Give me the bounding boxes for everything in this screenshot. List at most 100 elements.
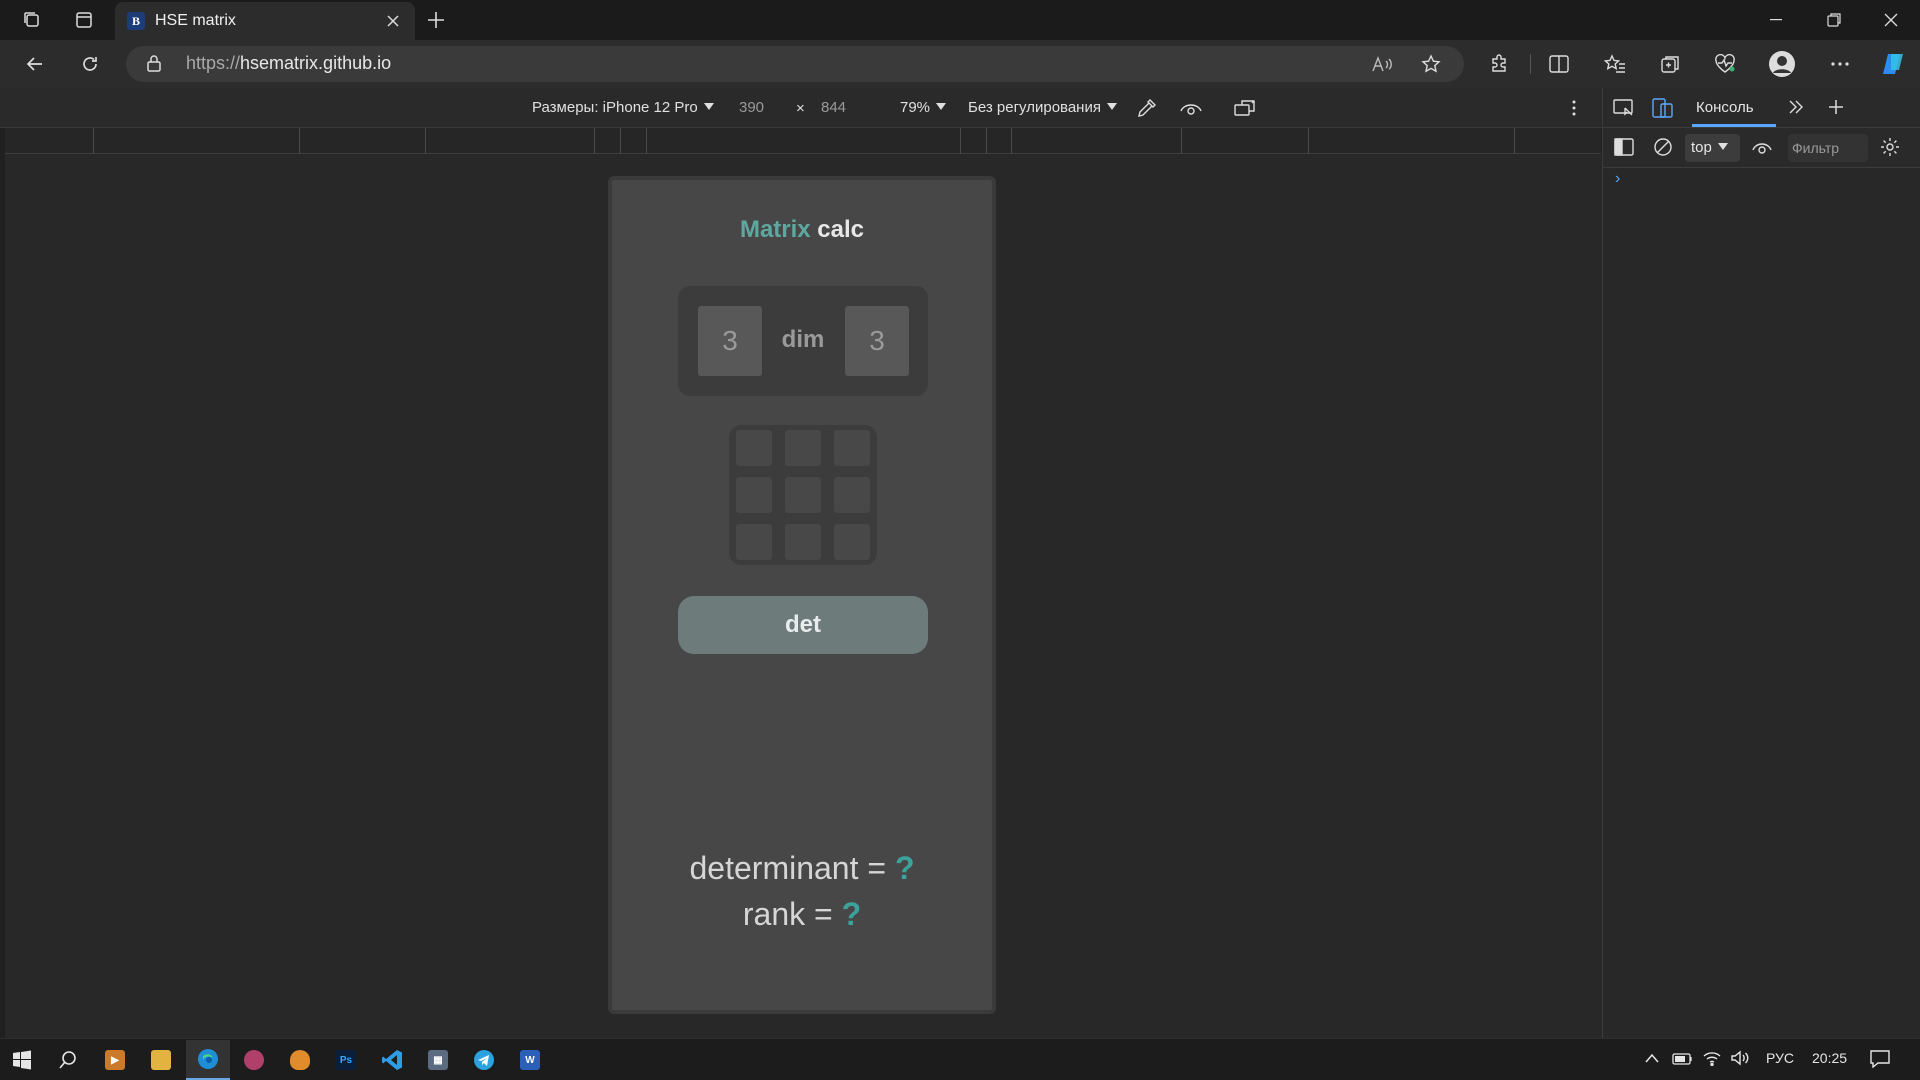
- ruler-tick: [1011, 128, 1012, 154]
- vscode-app-icon[interactable]: [370, 1040, 414, 1080]
- clock[interactable]: 20:25: [1812, 1050, 1847, 1066]
- console-settings-gear-icon[interactable]: [1880, 137, 1900, 157]
- zoom-select[interactable]: 79%: [900, 99, 947, 116]
- ruler-tick: [986, 128, 987, 154]
- throttle-label: Без регулирования: [968, 99, 1101, 116]
- tab-title: HSE matrix: [155, 12, 236, 29]
- profile-avatar[interactable]: [1762, 46, 1802, 82]
- matrix-cell-input[interactable]: [785, 524, 821, 560]
- chevron-down-icon: [1717, 143, 1728, 150]
- inspect-element-icon[interactable]: [1613, 98, 1635, 118]
- notifications-icon[interactable]: [1870, 1050, 1890, 1068]
- vision-deficiency-icon[interactable]: [1180, 100, 1202, 116]
- input-language[interactable]: РУС: [1766, 1050, 1794, 1066]
- edge-browser-app-icon[interactable]: [186, 1040, 230, 1080]
- matrix-cell-input[interactable]: [736, 430, 772, 466]
- more-tabs-icon[interactable]: [1788, 99, 1804, 115]
- device-emulation-icon[interactable]: [1652, 98, 1674, 118]
- height-input[interactable]: 844: [821, 99, 846, 116]
- tab-actions-icon[interactable]: [62, 0, 106, 40]
- page-title: Matrix calc: [608, 216, 996, 244]
- det-button[interactable]: det: [678, 596, 928, 654]
- clear-console-icon[interactable]: [1653, 137, 1673, 157]
- active-tab-indicator: [1692, 124, 1776, 127]
- collections-icon[interactable]: [1650, 46, 1690, 82]
- title-accent: Matrix: [739, 216, 811, 243]
- rank-result: rank = ?: [608, 896, 996, 933]
- media-query-ruler: [5, 128, 1601, 154]
- rows-input[interactable]: 3: [698, 306, 762, 376]
- eyedropper-icon[interactable]: [1137, 98, 1157, 118]
- chevron-down-icon: [1106, 103, 1117, 110]
- fl-studio-app-icon[interactable]: [278, 1040, 322, 1080]
- close-window-icon[interactable]: [1862, 0, 1920, 40]
- ruler-tick: [594, 128, 595, 154]
- media-player-app-icon[interactable]: ▶: [93, 1040, 137, 1080]
- context-select[interactable]: top: [1685, 134, 1740, 162]
- browser-essentials-icon[interactable]: [1705, 46, 1745, 82]
- favicon-icon: В: [127, 12, 145, 30]
- cols-input[interactable]: 3: [845, 306, 909, 376]
- photoshop-app-icon[interactable]: Ps: [324, 1040, 368, 1080]
- matrix-cell-input[interactable]: [785, 430, 821, 466]
- new-tab-button[interactable]: [418, 2, 454, 38]
- battery-icon[interactable]: [1672, 1052, 1694, 1066]
- search-icon[interactable]: [46, 1040, 90, 1080]
- split-screen-icon[interactable]: [1539, 46, 1579, 82]
- matrix-cell-input[interactable]: [834, 524, 870, 560]
- show-hidden-icons-icon[interactable]: [1644, 1052, 1660, 1064]
- copilot-icon[interactable]: [1873, 46, 1913, 82]
- volume-icon[interactable]: [1730, 1050, 1750, 1066]
- more-menu-icon[interactable]: [1820, 46, 1860, 82]
- tab-console[interactable]: Консоль: [1696, 99, 1754, 116]
- rank-label: rank =: [742, 896, 842, 932]
- wifi-icon[interactable]: [1702, 1050, 1722, 1066]
- sidebar-toggle-icon[interactable]: [1614, 138, 1634, 156]
- paint-app-icon[interactable]: [232, 1040, 276, 1080]
- restore-icon[interactable]: [1805, 0, 1863, 40]
- rank-value: ?: [841, 896, 862, 932]
- rotate-icon[interactable]: [1234, 99, 1256, 117]
- matrix-cell-input[interactable]: [736, 524, 772, 560]
- favorite-star-icon[interactable]: [1411, 46, 1451, 82]
- lock-icon[interactable]: [146, 54, 162, 72]
- favorites-icon[interactable]: [1595, 46, 1635, 82]
- dimension-separator: ×: [796, 100, 805, 117]
- file-explorer-app-icon[interactable]: [139, 1040, 183, 1080]
- live-expression-icon[interactable]: [1752, 140, 1772, 156]
- calculator-app-icon[interactable]: ▦: [416, 1040, 460, 1080]
- determinant-result: determinant = ?: [608, 850, 996, 887]
- ruler-tick: [620, 128, 621, 154]
- matrix-cell-input[interactable]: [785, 477, 821, 513]
- devtools-tabs: [1603, 88, 1920, 128]
- ruler-tick: [93, 128, 94, 154]
- console-prompt[interactable]: ›: [1615, 170, 1620, 188]
- determinant-value: ?: [894, 850, 915, 886]
- workspaces-icon[interactable]: [10, 0, 54, 40]
- ruler-tick: [1308, 128, 1309, 154]
- chevron-down-icon: [936, 103, 947, 110]
- url-protocol: https://: [186, 53, 241, 73]
- telegram-app-icon[interactable]: [462, 1040, 506, 1080]
- add-tool-icon[interactable]: [1828, 99, 1844, 115]
- back-icon[interactable]: [15, 46, 55, 82]
- word-app-icon[interactable]: W: [508, 1040, 552, 1080]
- matrix-cell-input[interactable]: [834, 477, 870, 513]
- console-filter-input[interactable]: Фильтр: [1788, 134, 1868, 162]
- close-tab-icon[interactable]: [383, 11, 403, 31]
- read-aloud-icon[interactable]: [1362, 46, 1402, 82]
- width-input[interactable]: 390: [739, 99, 764, 116]
- minimize-icon[interactable]: [1747, 0, 1805, 40]
- device-select[interactable]: Размеры: iPhone 12 Pro: [532, 99, 714, 116]
- ruler-tick: [299, 128, 300, 154]
- extensions-icon[interactable]: [1479, 46, 1519, 82]
- device-toolbar-menu-icon[interactable]: [1572, 100, 1576, 116]
- reload-icon[interactable]: [70, 46, 110, 82]
- browser-tab[interactable]: В HSE matrix: [115, 2, 415, 40]
- start-button[interactable]: [0, 1040, 44, 1080]
- ruler-tick: [1181, 128, 1182, 154]
- throttle-select[interactable]: Без регулирования: [968, 99, 1117, 116]
- url-text[interactable]: https://hsematrix.github.io: [186, 53, 391, 74]
- matrix-cell-input[interactable]: [834, 430, 870, 466]
- matrix-cell-input[interactable]: [736, 477, 772, 513]
